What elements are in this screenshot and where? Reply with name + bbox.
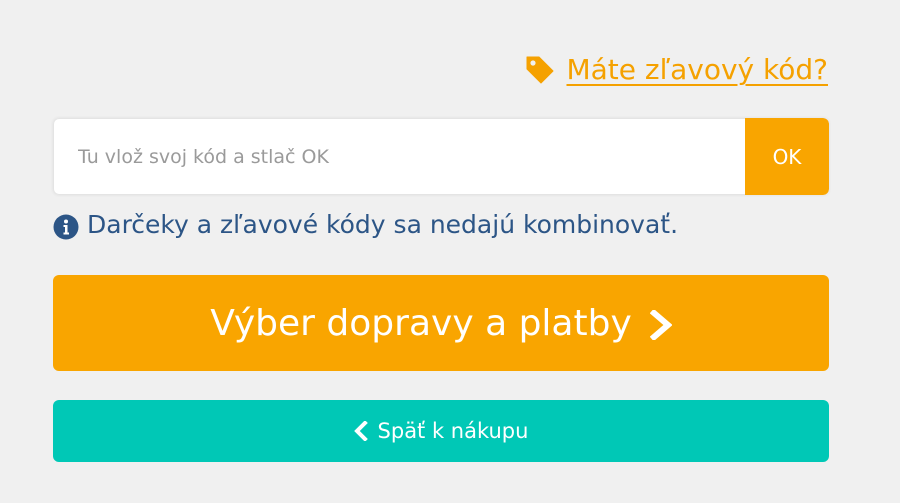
shipping-payment-button[interactable]: Výber dopravy a platby — [53, 275, 829, 371]
back-to-shop-button[interactable]: Späť k nákupu — [53, 400, 829, 462]
discount-code-form: OK — [53, 118, 829, 195]
tag-icon — [524, 54, 556, 86]
ok-button[interactable]: OK — [745, 118, 829, 195]
info-note: Darčeky a zľavové kódy sa nedajú kombino… — [53, 205, 678, 245]
info-note-text: Darčeky a zľavové kódy sa nedajú kombino… — [87, 210, 679, 239]
info-icon — [53, 212, 79, 240]
discount-code-link[interactable]: Máte zľavový kód? — [524, 50, 828, 90]
discount-code-input[interactable] — [53, 118, 745, 195]
chevron-left-icon — [353, 420, 368, 442]
shipping-payment-button-label: Výber dopravy a platby — [210, 302, 632, 344]
chevron-right-icon — [649, 308, 673, 342]
back-to-shop-button-label: Späť k nákupu — [377, 419, 529, 443]
discount-code-link-label: Máte zľavový kód? — [566, 53, 828, 86]
